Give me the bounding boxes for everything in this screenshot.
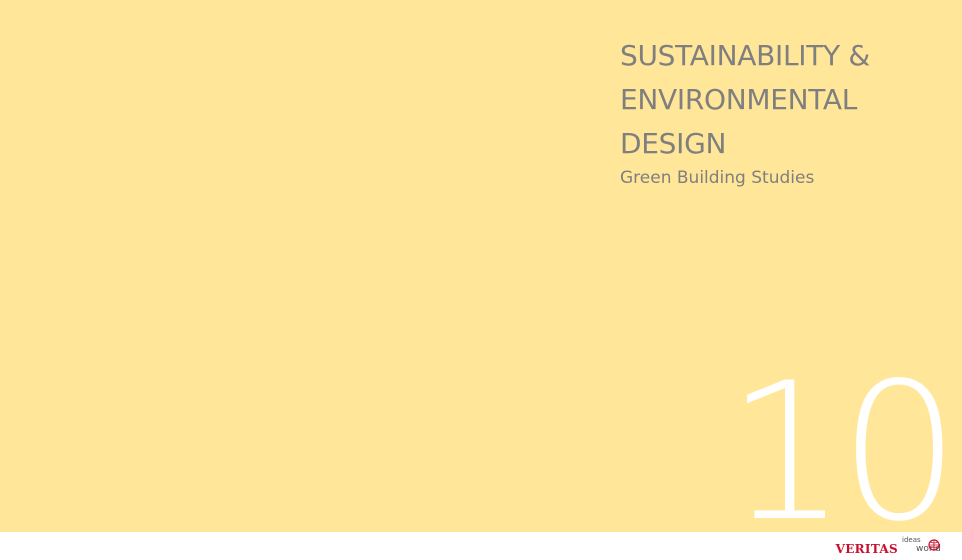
globe-icon [928,539,940,551]
section-number: 10 [726,342,960,560]
title-line-3: DESIGN [620,127,727,160]
logo-tagline-top: ideas [902,536,921,544]
logo-brand-text: VERITAS [835,542,898,556]
title-block: SUSTAINABILITY & ENVIRONMENTAL DESIGN Gr… [620,34,950,190]
slide: SUSTAINABILITY & ENVIRONMENTAL DESIGN Gr… [0,0,962,560]
slide-title: SUSTAINABILITY & ENVIRONMENTAL DESIGN [620,34,950,166]
logo-tagline: ideas world [902,536,954,556]
title-line-2: ENVIRONMENTAL [620,83,858,116]
slide-subtitle: Green Building Studies [620,168,815,188]
title-line-1: SUSTAINABILITY & [620,39,870,72]
veritas-logo: VERITAS ideas world [836,536,954,556]
